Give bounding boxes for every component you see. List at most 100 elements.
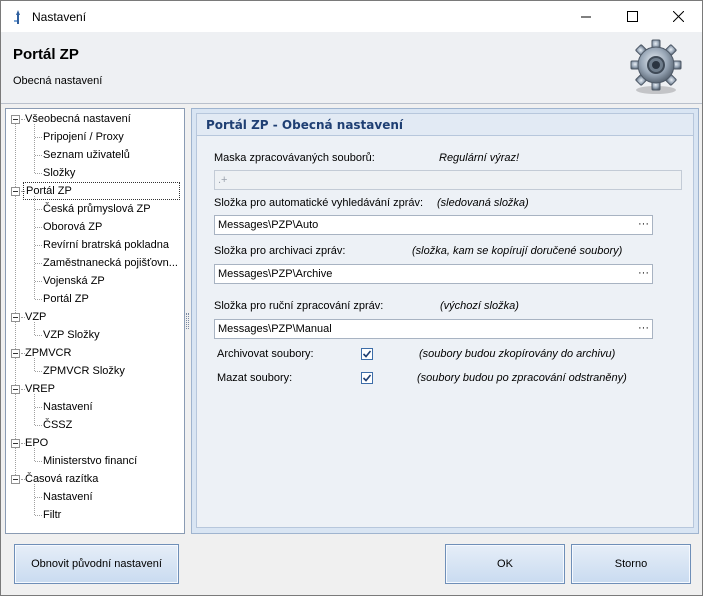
manual-folder-value: Messages\PZP\Manual — [218, 323, 332, 335]
maximize-icon — [626, 11, 638, 22]
close-icon — [672, 11, 684, 22]
tree-item[interactable]: Filtr — [43, 506, 61, 524]
auto-folder-hint: (sledovaná složka) — [437, 197, 529, 209]
archive-folder-input[interactable]: Messages\PZP\Archive ··· — [214, 264, 653, 284]
tree-category[interactable]: ZPMVCR — [25, 344, 71, 362]
auto-folder-browse-button[interactable]: ··· — [638, 217, 649, 231]
delete-files-label: Mazat soubory: — [217, 372, 293, 384]
auto-folder-label: Složka pro automatické vyhledávání zpráv… — [214, 197, 424, 209]
archive-files-label: Archivovat soubory: — [217, 348, 314, 360]
tree-line — [35, 407, 42, 408]
splitter-handle[interactable] — [186, 313, 189, 329]
tree-item[interactable]: ČSSZ — [43, 416, 72, 434]
mask-input: .+ — [214, 170, 682, 190]
restore-defaults-button[interactable]: Obnovit původní nastavení — [14, 544, 179, 584]
delete-files-hint: (soubory budou po zpracování odstraněny) — [417, 372, 627, 384]
collapse-toggle-icon[interactable] — [11, 385, 20, 394]
tree-line — [35, 461, 42, 462]
manual-folder-label: Složka pro ruční zpracování zpráv: — [214, 300, 384, 312]
page-title: Portál ZP — [13, 46, 79, 63]
tree-item[interactable]: Složky — [43, 164, 75, 182]
title-bar[interactable]: Nastavení — [1, 1, 702, 32]
tree-line — [35, 245, 42, 246]
mask-hint: Regulární výraz! — [439, 152, 520, 164]
manual-folder-input[interactable]: Messages\PZP\Manual ··· — [214, 319, 653, 339]
tree-line — [34, 124, 35, 173]
group-title: Portál ZP - Obecná nastavení — [206, 118, 404, 132]
maximize-button[interactable] — [609, 1, 655, 32]
tree-line — [35, 137, 42, 138]
general-settings-group: Portál ZP - Obecná nastavení Maska zprac… — [196, 113, 694, 528]
minimize-button[interactable] — [563, 1, 609, 32]
tree-line — [35, 173, 42, 174]
gear-icon — [630, 39, 682, 94]
ok-button[interactable]: OK — [445, 544, 565, 584]
collapse-toggle-icon[interactable] — [11, 439, 20, 448]
mask-value: .+ — [218, 174, 228, 186]
collapse-toggle-icon[interactable] — [11, 187, 20, 196]
tree-category[interactable]: Všeobecná nastavení — [25, 110, 131, 128]
tree-item[interactable]: Nastavení — [43, 398, 93, 416]
tree-line — [35, 335, 42, 336]
checkmark-icon — [362, 350, 372, 358]
tree-line — [35, 281, 42, 282]
tree-line — [34, 196, 35, 299]
collapse-toggle-icon[interactable] — [11, 349, 20, 358]
tree-item[interactable]: Česká průmyslová ZP — [43, 200, 151, 218]
auto-folder-value: Messages\PZP\Auto — [218, 219, 319, 231]
checkmark-icon — [362, 374, 372, 382]
group-header: Portál ZP - Obecná nastavení — [197, 114, 693, 136]
archive-folder-value: Messages\PZP\Archive — [218, 268, 333, 280]
tree-item[interactable]: Oborová ZP — [43, 218, 102, 236]
app-icon — [14, 9, 20, 24]
tree-item[interactable]: Revírní bratrská pokladna — [43, 236, 169, 254]
tree-line — [35, 497, 42, 498]
tree-category[interactable]: VZP — [25, 308, 46, 326]
settings-window: Nastavení Portál ZP Obecná nastavení Vše… — [0, 0, 703, 596]
tree-item[interactable]: Ministerstvo financí — [43, 452, 137, 470]
page-subtitle: Obecná nastavení — [13, 75, 103, 87]
archive-folder-label: Složka pro archivaci zpráv: — [214, 245, 346, 257]
collapse-toggle-icon[interactable] — [11, 115, 20, 124]
tree-line — [35, 515, 42, 516]
tree-item[interactable]: Zaměstnanecká pojišťovn... — [43, 254, 178, 272]
settings-tree[interactable]: Všeobecná nastavení Pripojení / Proxy Sezn… — [5, 108, 185, 534]
tree-line — [35, 371, 42, 372]
tree-item[interactable]: Nastavení — [43, 488, 93, 506]
tree-category[interactable]: Portál ZP — [23, 182, 180, 200]
tree-item[interactable]: Seznam uživatelů — [43, 146, 130, 164]
tree-line — [34, 484, 35, 515]
collapse-toggle-icon[interactable] — [11, 475, 20, 484]
tree-item[interactable]: Portál ZP — [43, 290, 89, 308]
tree-item[interactable]: Vojenská ZP — [43, 272, 105, 290]
tree-line — [35, 209, 42, 210]
mask-label: Maska zpracovávaných souborů: — [214, 152, 375, 164]
window-title: Nastavení — [32, 9, 87, 24]
delete-files-checkbox[interactable] — [361, 372, 373, 384]
archive-folder-hint: (složka, kam se kopírují doručené soubor… — [412, 245, 623, 257]
tree-line — [35, 299, 42, 300]
tree-line — [35, 227, 42, 228]
archive-files-hint: (soubory budou zkopírovány do archivu) — [419, 348, 616, 360]
tree-line — [35, 263, 42, 264]
tree-item[interactable]: Pripojení / Proxy — [43, 128, 124, 146]
auto-folder-input[interactable]: Messages\PZP\Auto ··· — [214, 215, 653, 235]
tree-line — [35, 155, 42, 156]
minimize-icon — [580, 16, 591, 18]
tree-line — [34, 394, 35, 425]
tree-line — [15, 119, 16, 479]
tree-item[interactable]: VZP Složky — [43, 326, 100, 344]
header: Portál ZP Obecná nastavení — [1, 32, 702, 104]
close-button[interactable] — [655, 1, 701, 32]
tree-category[interactable]: EPO — [25, 434, 48, 452]
tree-category[interactable]: Časová razítka — [25, 470, 98, 488]
cancel-button[interactable]: Storno — [571, 544, 691, 584]
manual-folder-browse-button[interactable]: ··· — [638, 321, 649, 335]
archive-folder-browse-button[interactable]: ··· — [638, 266, 649, 280]
manual-folder-hint: (výchozí složka) — [440, 300, 519, 312]
tree-item[interactable]: ZPMVCR Složky — [43, 362, 125, 380]
tree-line — [35, 425, 42, 426]
archive-files-checkbox[interactable] — [361, 348, 373, 360]
collapse-toggle-icon[interactable] — [11, 313, 20, 322]
tree-category[interactable]: VREP — [25, 380, 55, 398]
